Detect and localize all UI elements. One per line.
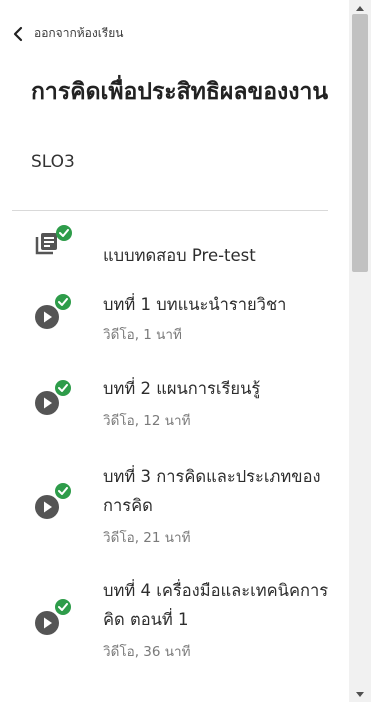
video-play-icon (34, 494, 68, 528)
scrollbar-thumb[interactable] (352, 14, 368, 272)
vertical-scrollbar[interactable] (349, 0, 371, 702)
lesson-meta: วิดีโอ, 1 นาที (103, 327, 182, 343)
lesson-meta: วิดีโอ, 36 นาที (103, 644, 191, 660)
course-outline-panel: ออกจากห้องเรียน การคิดเพื่อประสิทธิผลของ… (0, 0, 349, 702)
course-code: SLO3 (31, 152, 75, 172)
lesson-meta: วิดีโอ, 21 นาที (103, 530, 191, 546)
lesson-title: บทที่ 3 การคิดและประเภทของการคิด (103, 467, 321, 515)
back-to-classroom-link[interactable]: ออกจากห้องเรียน (12, 24, 123, 43)
chevron-left-icon (12, 26, 24, 42)
lesson-title: บทที่ 1 บทแนะนำรายวิชา (103, 295, 287, 314)
course-title: การคิดเพื่อประสิทธิผลของงาน (31, 79, 329, 105)
completed-check-icon (55, 599, 71, 615)
lesson-title: แบบทดสอบ Pre-test (103, 246, 256, 265)
lesson-title: บทที่ 2 แผนการเรียนรู้ (103, 379, 261, 398)
video-play-icon (34, 610, 68, 644)
divider (12, 210, 328, 211)
lesson-item-3[interactable]: บทที่ 3 การคิดและประเภทของการคิด วิดีโอ,… (0, 462, 349, 552)
lesson-item-2[interactable]: บทที่ 2 แผนการเรียนรู้ วิดีโอ, 12 นาที (0, 374, 349, 436)
scroll-down-arrow-icon[interactable] (349, 686, 371, 702)
lesson-item-pre-test[interactable]: แบบทดสอบ Pre-test (0, 220, 349, 278)
lesson-item-4[interactable]: บทที่ 4 เครื่องมือและเทคนิคการคิด ตอนที่… (0, 576, 349, 666)
lesson-title: บทที่ 4 เครื่องมือและเทคนิคการคิด ตอนที่… (103, 581, 329, 629)
completed-check-icon (55, 380, 71, 396)
back-label: ออกจากห้องเรียน (34, 26, 124, 40)
lesson-meta: วิดีโอ, 12 นาที (103, 413, 191, 429)
completed-check-icon (55, 483, 71, 499)
lesson-item-1[interactable]: บทที่ 1 บทแนะนำรายวิชา วิดีโอ, 1 นาที (0, 290, 349, 352)
completed-check-icon (56, 225, 72, 241)
completed-check-icon (55, 294, 71, 310)
